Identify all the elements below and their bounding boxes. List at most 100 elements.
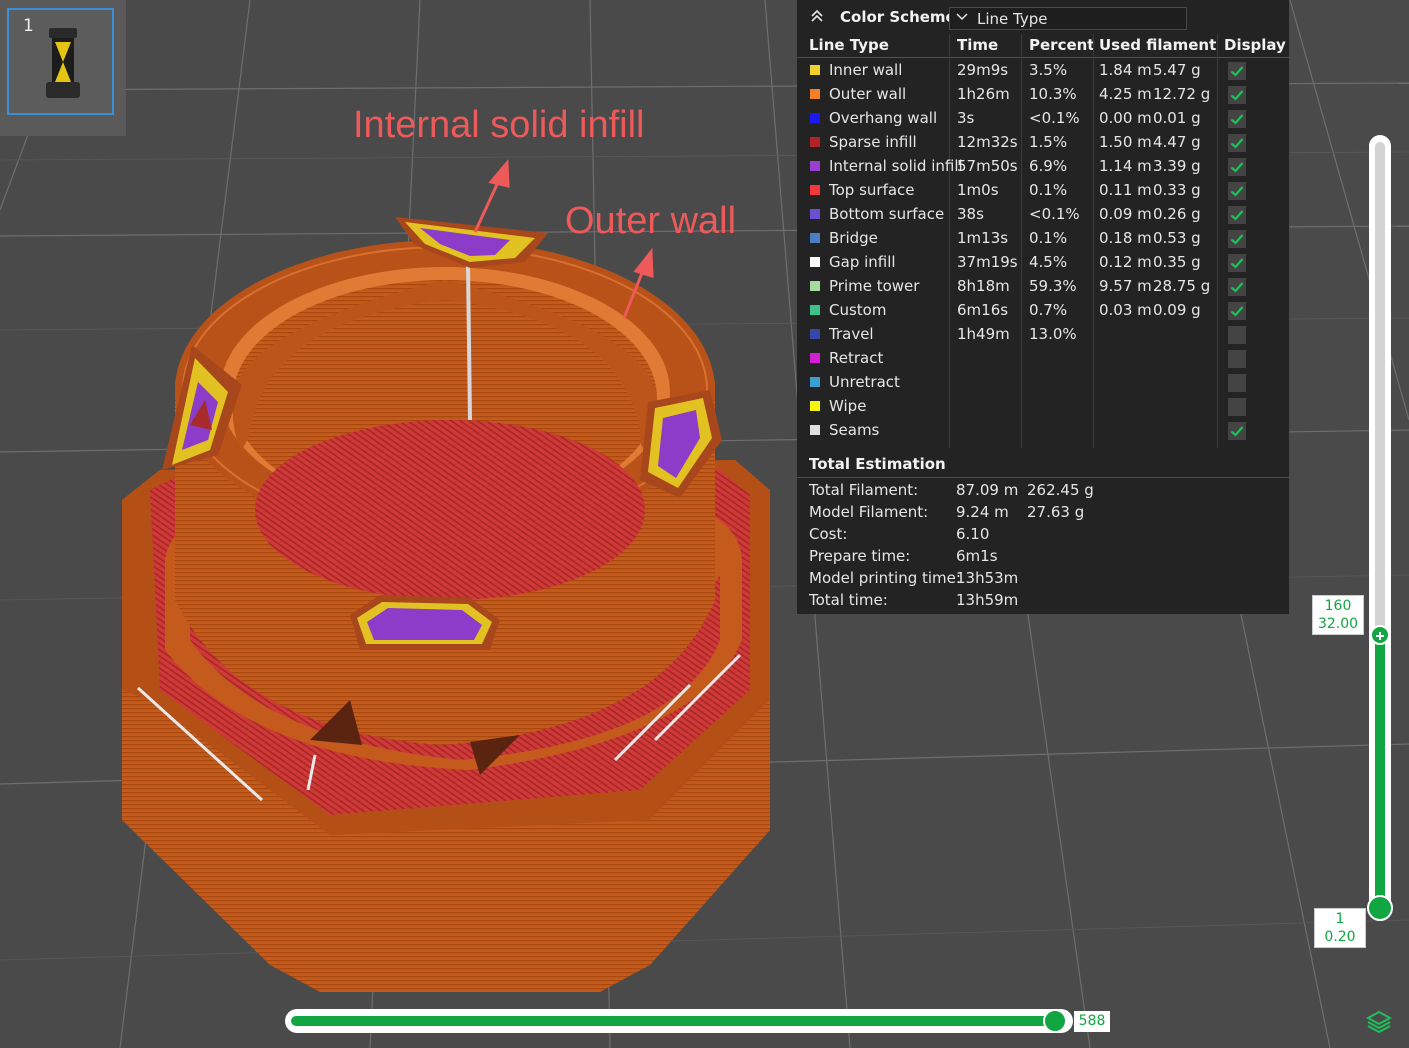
- filament-weight: 3.39 g: [1153, 157, 1201, 175]
- plate-thumbnail[interactable]: 1: [7, 8, 114, 115]
- line-type-time: 12m32s: [957, 133, 1018, 151]
- display-checkbox[interactable]: [1228, 62, 1246, 80]
- display-checkbox[interactable]: [1228, 158, 1246, 176]
- collapse-icon[interactable]: [809, 8, 825, 24]
- line-type-percent: <0.1%: [1029, 109, 1080, 127]
- color-swatch: [810, 281, 820, 291]
- display-checkbox[interactable]: [1228, 134, 1246, 152]
- chevron-down-icon: [956, 13, 968, 21]
- plate-number: 1: [23, 16, 34, 36]
- line-type-name: Travel: [829, 325, 874, 343]
- legend-row: Top surface 1m0s 0.1% 0.11 m 0.33 g: [797, 179, 1289, 203]
- color-scheme-select[interactable]: Line Type: [949, 7, 1187, 30]
- filament-weight: 4.47 g: [1153, 133, 1201, 151]
- legend-header: Color Scheme Line Type: [797, 0, 1289, 34]
- estimation-row: Cost: 6.10: [797, 523, 1289, 545]
- display-checkbox[interactable]: [1228, 422, 1246, 440]
- filament-length: 0.03 m: [1099, 301, 1152, 319]
- header-percent: Percent: [1029, 36, 1095, 54]
- layer-slider-bottom-handle[interactable]: [1367, 895, 1393, 921]
- check-icon: [1230, 306, 1244, 317]
- legend-row: Outer wall 1h26m 10.3% 4.25 m 12.72 g: [797, 83, 1289, 107]
- display-checkbox[interactable]: [1228, 350, 1246, 368]
- check-icon: [1230, 234, 1244, 245]
- check-icon: [1230, 138, 1244, 149]
- plate-list: 1: [0, 0, 126, 136]
- line-type-percent: 0.1%: [1029, 229, 1068, 247]
- line-type-time: 1m13s: [957, 229, 1009, 247]
- estimation-row: Model printing time: 13h53m: [797, 567, 1289, 589]
- estimation-value-secondary: 27.63 g: [1027, 503, 1085, 521]
- check-icon: [1230, 426, 1244, 437]
- estimation-row: Model Filament: 9.24 m 27.63 g: [797, 501, 1289, 523]
- move-slider-handle[interactable]: [1043, 1009, 1067, 1033]
- line-type-percent: <0.1%: [1029, 205, 1080, 223]
- estimation-row: Prepare time: 6m1s: [797, 545, 1289, 567]
- legend-row: Wipe: [797, 395, 1289, 419]
- line-type-name: Overhang wall: [829, 109, 938, 127]
- layer-top-label: 160 32.00: [1312, 595, 1364, 635]
- header-used-filament: Used filament: [1099, 36, 1217, 54]
- layer-slider-unselected: [1375, 142, 1385, 634]
- line-type-percent: 1.5%: [1029, 133, 1068, 151]
- display-checkbox[interactable]: [1228, 110, 1246, 128]
- color-scheme-value: Line Type: [977, 10, 1048, 28]
- color-swatch: [810, 161, 820, 171]
- model-thumbnail-icon: [46, 28, 80, 98]
- legend-row: Sparse infill 12m32s 1.5% 1.50 m 4.47 g: [797, 131, 1289, 155]
- filament-length: 0.09 m: [1099, 205, 1152, 223]
- line-type-name: Bottom surface: [829, 205, 945, 223]
- color-swatch: [810, 329, 820, 339]
- move-slider-range: [291, 1016, 1059, 1026]
- filament-length: 0.00 m: [1099, 109, 1152, 127]
- layer-slider-top-handle[interactable]: [1370, 625, 1390, 645]
- estimation-value: 87.09 m: [956, 481, 1019, 499]
- display-checkbox[interactable]: [1228, 326, 1246, 344]
- legend-row: Retract: [797, 347, 1289, 371]
- line-type-name: Wipe: [829, 397, 867, 415]
- display-checkbox[interactable]: [1228, 86, 1246, 104]
- display-checkbox[interactable]: [1228, 278, 1246, 296]
- display-checkbox[interactable]: [1228, 182, 1246, 200]
- estimation-label: Total Filament:: [809, 481, 919, 499]
- top-layer-number: 160: [1324, 598, 1352, 614]
- filament-weight: 12.72 g: [1153, 85, 1211, 103]
- line-type-name: Custom: [829, 301, 887, 319]
- estimation-value: 6.10: [956, 525, 990, 543]
- filament-length: 0.18 m: [1099, 229, 1152, 247]
- total-estimation-title: Total Estimation: [809, 455, 946, 473]
- display-checkbox[interactable]: [1228, 302, 1246, 320]
- annotation-outer-wall: Outer wall: [565, 200, 737, 242]
- header-display: Display: [1224, 36, 1286, 54]
- legend-row: Inner wall 29m9s 3.5% 1.84 m 5.47 g: [797, 59, 1289, 83]
- check-icon: [1230, 186, 1244, 197]
- legend-row: Prime tower 8h18m 59.3% 9.57 m 28.75 g: [797, 275, 1289, 299]
- legend-row: Bridge 1m13s 0.1% 0.18 m 0.53 g: [797, 227, 1289, 251]
- line-type-time: 1h26m: [957, 85, 1010, 103]
- filament-weight: 0.33 g: [1153, 181, 1201, 199]
- filament-weight: 0.01 g: [1153, 109, 1201, 127]
- display-checkbox[interactable]: [1228, 398, 1246, 416]
- display-checkbox[interactable]: [1228, 374, 1246, 392]
- filament-length: 1.14 m: [1099, 157, 1152, 175]
- total-estimation-divider: [797, 477, 1289, 478]
- display-checkbox[interactable]: [1228, 254, 1246, 272]
- display-checkbox[interactable]: [1228, 206, 1246, 224]
- line-type-percent: 59.3%: [1029, 277, 1077, 295]
- line-type-name: Outer wall: [829, 85, 907, 103]
- check-icon: [1230, 210, 1244, 221]
- layers-icon[interactable]: [1366, 1010, 1392, 1034]
- display-checkbox[interactable]: [1228, 230, 1246, 248]
- line-type-time: 29m9s: [957, 61, 1009, 79]
- line-type-name: Seams: [829, 421, 880, 439]
- line-type-percent: 10.3%: [1029, 85, 1077, 103]
- line-type-time: 38s: [957, 205, 984, 223]
- check-icon: [1230, 282, 1244, 293]
- legend-row: Internal solid infill 57m50s 6.9% 1.14 m 3.3…: [797, 155, 1289, 179]
- line-type-percent: 0.1%: [1029, 181, 1068, 199]
- legend-row: Unretract: [797, 371, 1289, 395]
- line-type-name: Internal solid infill: [829, 157, 963, 175]
- color-swatch: [810, 137, 820, 147]
- color-swatch: [810, 377, 820, 387]
- line-type-time: 1m0s: [957, 181, 999, 199]
